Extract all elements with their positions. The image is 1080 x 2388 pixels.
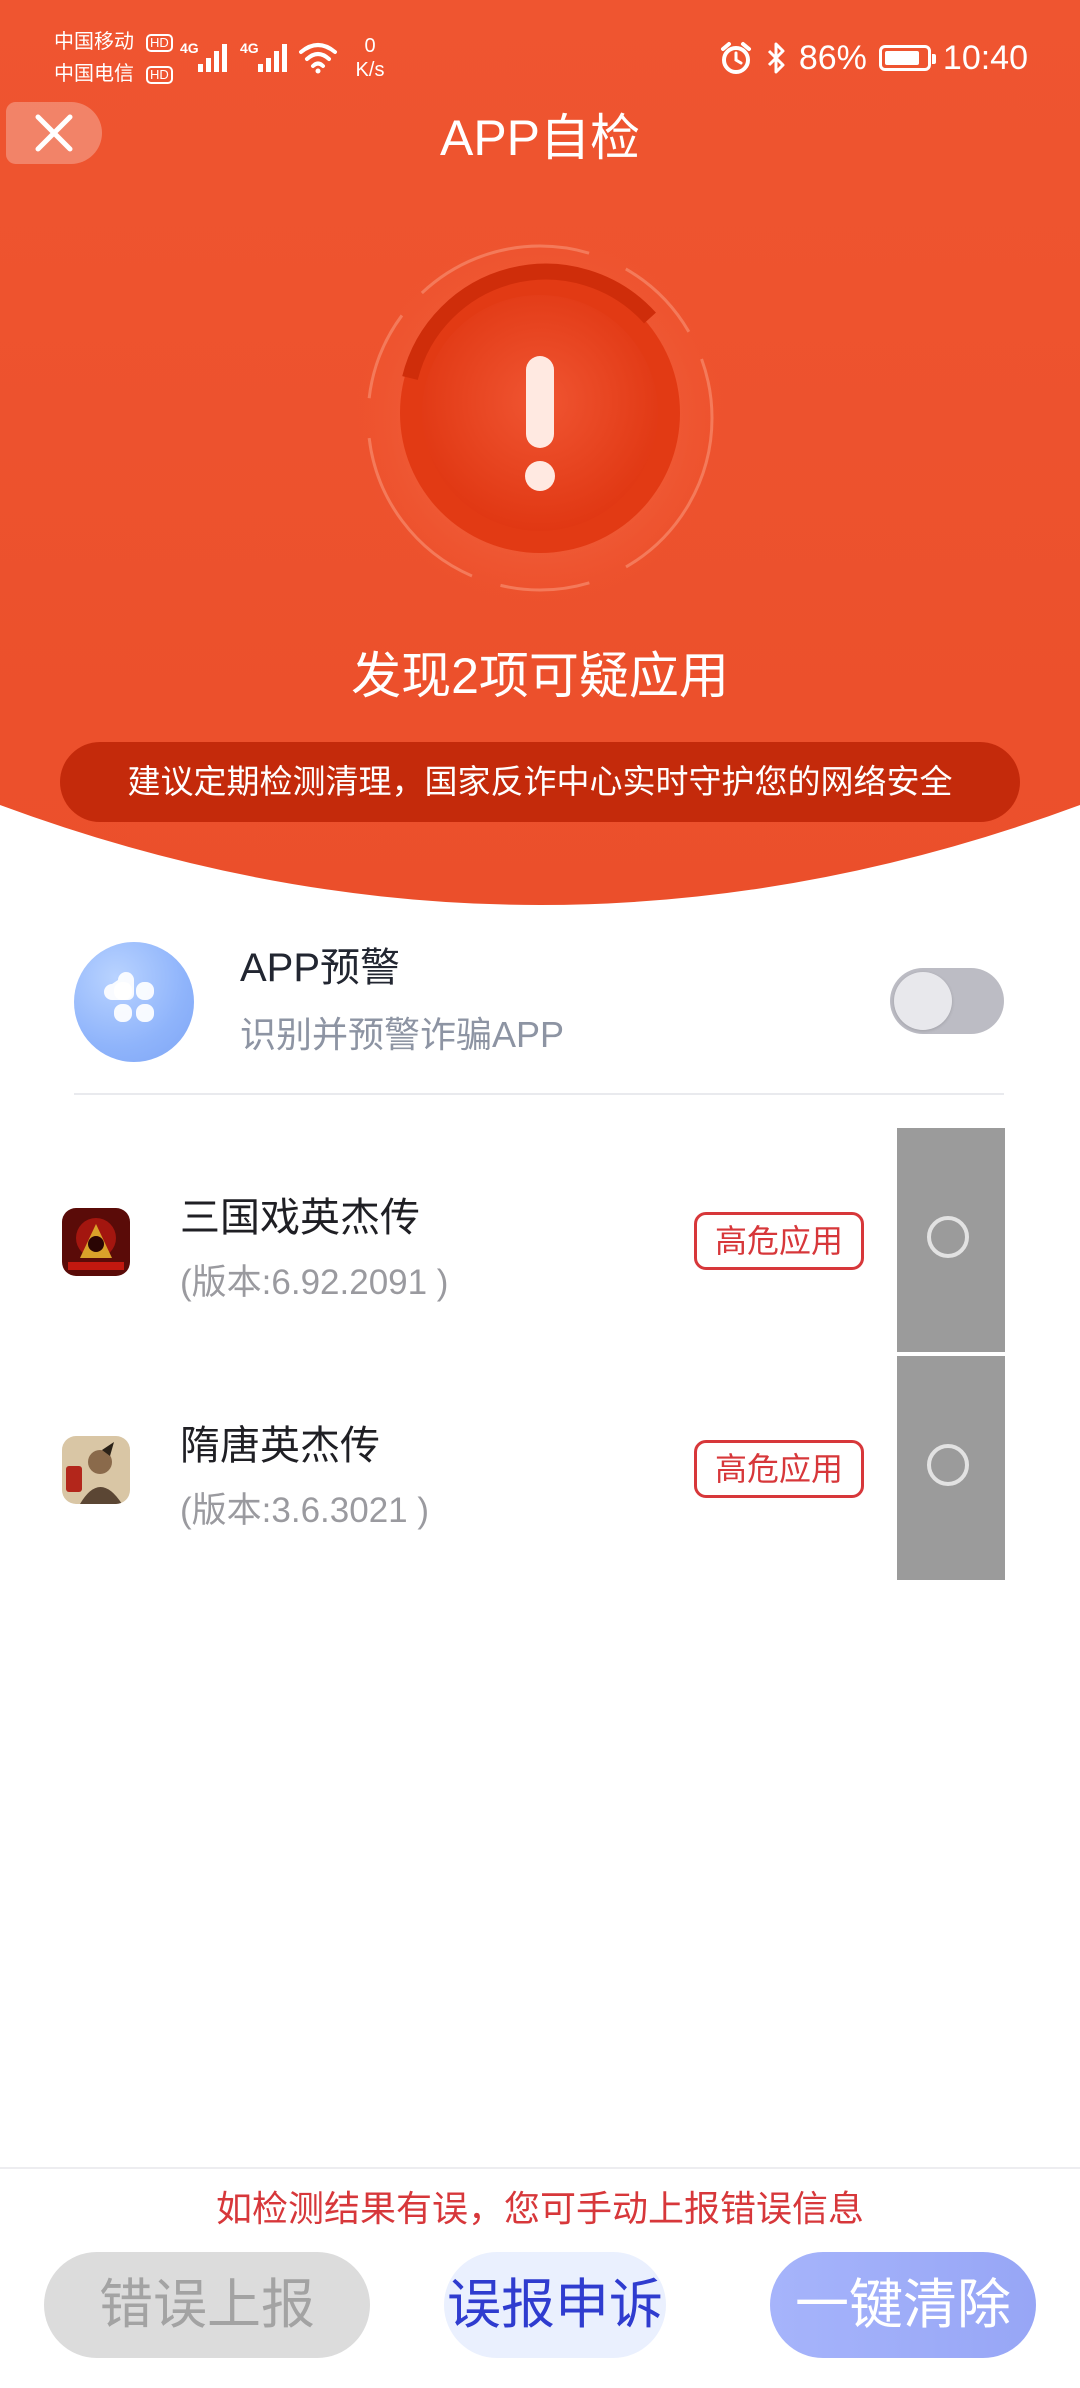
app-grid-icon	[74, 942, 194, 1062]
clock-time: 10:40	[942, 38, 1028, 77]
signal-icon	[198, 44, 227, 72]
select-app-checkbox[interactable]	[897, 1128, 1005, 1352]
scan-result-title: 发现2项可疑应用	[351, 648, 729, 704]
high-risk-badge: 高危应用	[694, 1212, 864, 1270]
hd-badge-2: HD	[146, 66, 173, 84]
high-risk-badge: 高危应用	[694, 1440, 864, 1498]
battery-percent: 86%	[798, 38, 867, 77]
app-icon-artwork	[62, 1436, 130, 1504]
wifi-icon	[299, 43, 337, 74]
footer-note: 如检测结果有误，您可手动上报错误信息	[215, 2188, 864, 2229]
status-bar: 中国移动 HD 中国电信 HD 4G 4G 0 K/s 86% 10:40	[0, 0, 1080, 110]
error-report-button[interactable]: 错误上报	[44, 2252, 370, 2358]
radio-circle-icon	[927, 1444, 969, 1486]
alarm-icon	[720, 42, 751, 74]
app-name: 三国戏英杰传	[180, 1196, 420, 1240]
battery-fill	[884, 51, 919, 65]
network-speed-unit: K/s	[355, 59, 385, 81]
battery-nub	[931, 54, 936, 64]
warning-exclamation-icon	[355, 233, 725, 603]
app-icon-game	[62, 1436, 130, 1504]
app-warning-row: APP预警 识别并预警诈骗APP	[0, 920, 1080, 1090]
app-icon-game	[62, 1208, 130, 1276]
page-title: APP自检	[439, 110, 641, 166]
toggle-knob	[894, 972, 952, 1030]
app-list-item[interactable]: 隋唐英杰传 (版本:3.6.3021 ) 高危应用	[0, 1356, 1080, 1582]
hero-section: 中国移动 HD 中国电信 HD 4G 4G 0 K/s 86% 10:40 AP…	[0, 0, 1080, 910]
carrier-name-1: 中国移动	[54, 31, 134, 53]
advice-banner: 建议定期检测清理，国家反诈中心实时守护您的网络安全	[60, 742, 1020, 822]
network-speed: 0 K/s	[350, 34, 390, 82]
app-grid-glyph	[104, 972, 154, 1022]
app-name: 隋唐英杰传	[180, 1424, 380, 1468]
bluetooth-icon	[767, 42, 785, 74]
battery-icon	[878, 45, 936, 71]
footer-divider	[0, 2167, 1080, 2169]
app-warning-subtitle: 识别并预警诈骗APP	[240, 1014, 565, 1055]
app-icon-artwork	[62, 1208, 130, 1276]
hd-badge-1: HD	[146, 34, 173, 52]
section-divider	[74, 1093, 1004, 1095]
status-right-group: 86% 10:40	[719, 38, 1028, 78]
app-warning-toggle[interactable]	[890, 968, 1004, 1034]
app-version: (版本:3.6.3021 )	[180, 1491, 429, 1530]
select-app-checkbox[interactable]	[897, 1356, 1005, 1580]
radio-circle-icon	[927, 1216, 969, 1258]
network-speed-value: 0	[364, 35, 376, 57]
app-warning-title: APP预警	[240, 946, 401, 990]
one-click-clear-button[interactable]: 一键清除	[770, 2252, 1036, 2358]
app-list-item[interactable]: 三国戏英杰传 (版本:6.92.2091 ) 高危应用	[0, 1128, 1080, 1354]
carrier-name-2: 中国电信	[54, 63, 134, 85]
false-positive-appeal-button[interactable]: 误报申诉	[444, 2252, 666, 2358]
signal-icon-2	[258, 44, 287, 72]
app-version: (版本:6.92.2091 )	[180, 1263, 449, 1302]
